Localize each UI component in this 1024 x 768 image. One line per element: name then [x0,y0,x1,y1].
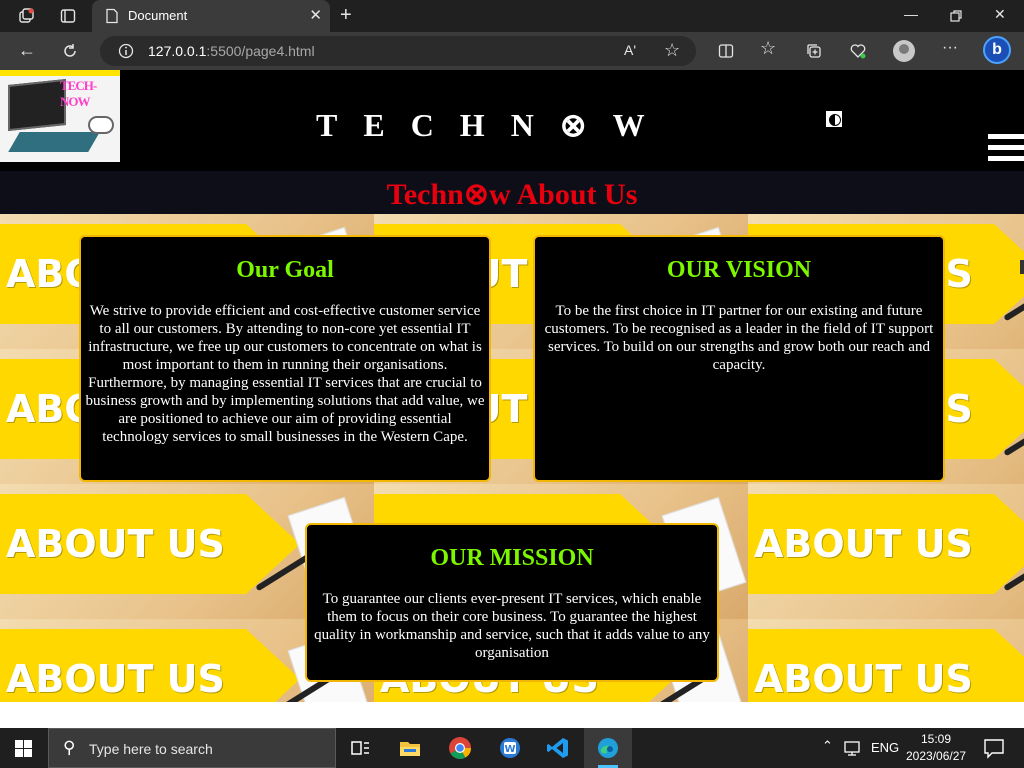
workspaces-icon[interactable] [18,8,34,24]
site-info-icon[interactable] [118,43,134,59]
background-label: ABOUT US [754,657,973,701]
search-placeholder: Type here to search [89,741,213,757]
url-path: :5500/page4.html [206,43,315,59]
scrollbar-thumb[interactable] [1020,260,1024,274]
edge-taskbar-button[interactable] [584,728,632,768]
browser-tab-bar: Document ✕ + — ✕ [0,0,1024,32]
profile-avatar[interactable] [893,40,915,62]
refresh-icon[interactable] [62,43,78,59]
vision-card: OUR VISION To be the first choice in IT … [533,235,945,482]
gamepad-icon [88,116,114,134]
url-host: 127.0.0.1 [148,43,207,59]
favorites-icon[interactable]: ☆ [760,38,776,59]
background-tile: ABOUT US [748,619,1024,702]
page-heading: Techn⊗w About Us [386,178,638,211]
site-header: TECH-NOW TECHN⊗W [0,70,1024,171]
restore-icon[interactable] [948,8,964,24]
browser-essentials-icon[interactable] [850,43,866,59]
vscode-icon[interactable] [546,736,570,760]
mission-card: OUR MISSION To guarantee our clients eve… [305,523,719,682]
address-bar: ← 127.0.0.1:5500/page4.html Aʹ ☆ ☆ ··· b [0,32,1024,70]
minimize-icon[interactable]: — [904,6,918,22]
file-explorer-icon[interactable] [398,736,422,760]
back-icon[interactable]: ← [18,40,36,61]
collections-icon[interactable] [806,43,822,59]
url-text: 127.0.0.1:5500/page4.html [148,43,315,59]
task-view-icon[interactable] [348,736,372,760]
tab-actions-icon[interactable] [60,8,76,24]
network-icon[interactable] [843,738,863,758]
language-indicator[interactable]: ENG [871,740,899,755]
background-label: ABOUT US [6,522,225,566]
background-label: ABOUT US [754,522,973,566]
tab-title: Document [128,8,188,23]
taskbar-clock[interactable]: 15:09 2023/06/27 [906,731,966,765]
goal-heading: Our Goal [236,257,334,283]
page-heading-banner: Techn⊗w About Us [0,171,1024,214]
notifications-icon[interactable] [982,736,1006,760]
goal-card: Our Goal We strive to provide efficient … [79,235,491,482]
vision-text: To be the first choice in IT partner for… [544,303,934,373]
more-options-icon[interactable]: ··· [942,39,958,57]
clock-time: 15:09 [920,732,952,746]
clock-date: 2023/06/27 [906,749,967,763]
chrome-icon[interactable] [448,736,472,760]
hamburger-menu-icon[interactable] [988,134,1024,162]
logo-text: TECH-NOW [60,78,97,109]
laptop-keyboard-graphic [8,132,100,152]
tab-document[interactable]: Document ✕ [92,0,330,32]
page-icon [106,8,118,24]
show-hidden-icons-icon[interactable]: ⌃ [822,738,833,754]
site-logo[interactable]: TECH-NOW [0,70,120,162]
url-field[interactable]: 127.0.0.1:5500/page4.html Aʹ ☆ [100,36,696,66]
goal-text: We strive to provide efficient and cost-… [85,303,485,445]
read-aloud-icon[interactable]: Aʹ [624,42,636,58]
new-tab-button[interactable]: + [340,4,352,27]
svg-text:W: W [504,744,515,755]
taskbar-search[interactable]: ⚲ Type here to search [48,728,336,768]
background-label: ABOUT US [6,657,225,701]
background-tile: ABOUT US [748,484,1024,619]
search-icon: ⚲ [63,738,76,757]
mission-text: To guarantee our clients ever-present IT… [314,591,710,661]
close-tab-icon[interactable]: ✕ [309,6,322,24]
page-viewport: TECH-NOW TECHN⊗W Techn⊗w About Us ABOUT … [0,70,1024,728]
favorite-star-icon[interactable]: ☆ [664,40,680,61]
split-screen-icon[interactable] [718,43,734,59]
windows-start-icon[interactable] [15,740,32,757]
windows-taskbar: ⚲ Type here to search W ⌃ ENG 15:09 2023… [0,728,1024,768]
edge-icon [598,738,618,758]
vision-heading: OUR VISION [666,257,812,283]
site-title: TECHN⊗W [316,107,671,143]
mission-heading: OUR MISSION [430,545,594,571]
laptop-screen-graphic [8,78,66,132]
bing-chat-icon[interactable]: b [983,36,1011,64]
word-app-icon[interactable]: W [498,736,522,760]
close-window-icon[interactable]: ✕ [994,6,1006,23]
contrast-toggle-icon[interactable] [826,111,842,127]
